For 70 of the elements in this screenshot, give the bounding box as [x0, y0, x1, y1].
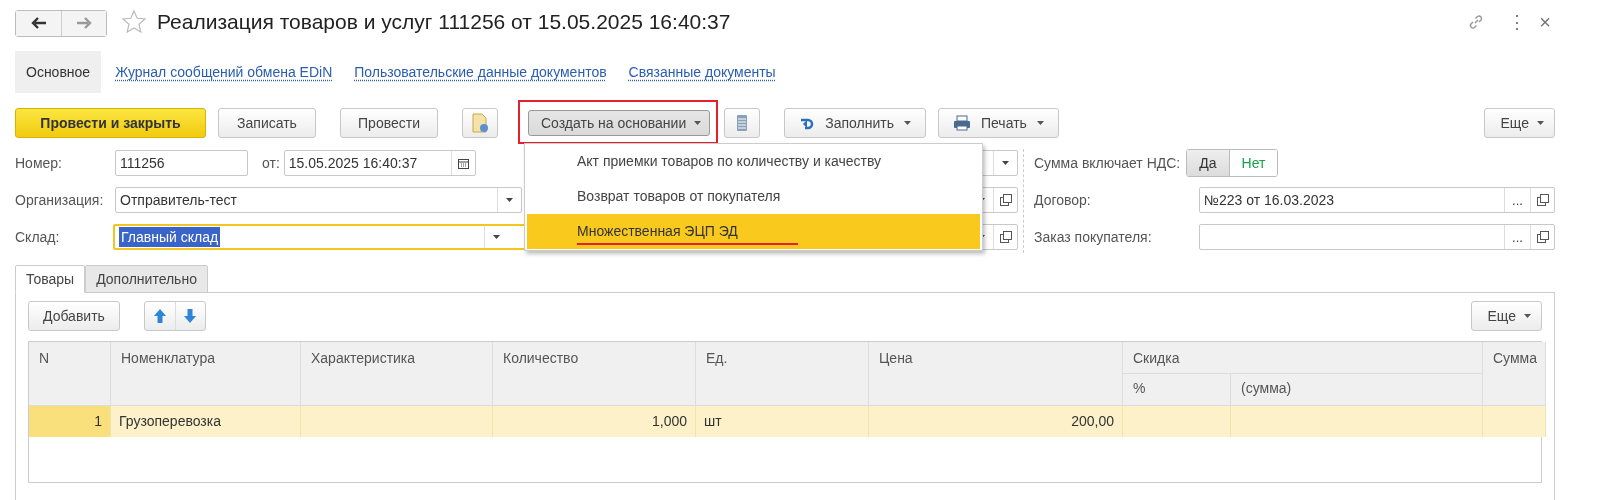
document-icon — [471, 113, 489, 133]
tab[interactable]: Дополнительно — [85, 265, 208, 293]
save-button[interactable]: Записать — [218, 108, 316, 138]
arrow-down-icon — [184, 309, 197, 323]
list-button[interactable] — [724, 108, 761, 138]
field-label: Склад: — [15, 229, 61, 245]
table-cell: 200,00 — [869, 406, 1123, 437]
table-cell — [1483, 406, 1546, 437]
section-link[interactable]: Связанные документы — [628, 52, 776, 92]
column-header[interactable]: Цена — [869, 342, 1123, 406]
more-button[interactable]: Еще — [1483, 108, 1555, 138]
organization-field[interactable]: Отправитель-тест — [115, 187, 522, 213]
add-button[interactable]: Добавить — [28, 301, 120, 331]
document-button[interactable] — [462, 108, 498, 138]
print-button[interactable]: Печать — [938, 108, 1059, 138]
table-cell: шт — [696, 406, 869, 437]
calendar-icon — [457, 157, 469, 169]
table-cell: Грузоперевозка — [111, 406, 301, 437]
back-button[interactable] — [16, 10, 61, 36]
field-label: Заказ покупателя: — [1034, 229, 1153, 245]
order-field[interactable]: ... — [1199, 224, 1555, 250]
column-header[interactable]: Номенклатура — [111, 342, 301, 406]
field-label: Договор: — [1034, 192, 1092, 208]
post-button[interactable]: Провести — [340, 108, 438, 138]
curved-arrow-icon — [799, 116, 816, 130]
printer-icon — [953, 115, 971, 131]
field-label: от: — [262, 155, 280, 171]
column-header[interactable]: Количество — [493, 342, 696, 406]
arrow-up-icon — [153, 309, 166, 323]
column-header[interactable]: Сумма — [1483, 342, 1546, 406]
open-window-icon — [1536, 194, 1549, 206]
post-and-close-button[interactable]: Провести и закрыть — [15, 108, 206, 138]
section-link[interactable]: Основное — [15, 51, 102, 93]
column-header[interactable]: (сумма) — [1231, 374, 1483, 406]
select-button[interactable]: ... — [1504, 225, 1530, 249]
number-field[interactable]: 111256 — [115, 150, 248, 176]
column-header[interactable]: Скидка — [1123, 342, 1483, 374]
field-label: Организация: — [15, 192, 105, 208]
contract-field[interactable]: №223 от 16.03.2023 ... — [1199, 187, 1555, 213]
field-label: Номер: — [15, 155, 63, 171]
date-field[interactable]: 15.05.2025 16:40:37 — [283, 150, 476, 176]
select-button[interactable]: ... — [1504, 188, 1530, 212]
create-based-on-button[interactable]: Создать на основании — [528, 110, 711, 136]
table-cell: 1,000 — [493, 406, 696, 437]
section-link[interactable]: Журнал сообщений обмена EDiN — [115, 52, 333, 92]
menu-item[interactable]: Множественная ЭЦП ЭД — [527, 214, 980, 249]
open-window-icon — [1536, 231, 1549, 243]
table-cell: 1 — [29, 406, 111, 437]
open-window-icon — [999, 194, 1012, 206]
fill-button[interactable]: Заполнить — [784, 108, 926, 138]
more-icon[interactable]: ⋮ — [1507, 12, 1527, 32]
arrow-right-icon — [76, 17, 92, 29]
star-icon[interactable] — [121, 9, 147, 35]
more-button[interactable]: Еще — [1470, 301, 1542, 331]
field-label: Сумма включает НДС: — [1034, 155, 1181, 171]
column-header[interactable]: % — [1123, 374, 1231, 406]
section-link[interactable]: Пользовательские данные документов — [354, 52, 607, 92]
open-window-icon — [999, 231, 1012, 243]
list-icon — [736, 114, 749, 132]
link-icon[interactable] — [1467, 13, 1485, 31]
close-icon[interactable]: × — [1535, 12, 1555, 32]
menu-item[interactable]: Акт приемки товаров по количеству и качеству — [527, 144, 980, 179]
column-header[interactable]: Ед. — [696, 342, 869, 406]
menu-item[interactable]: Возврат товаров от покупателя — [527, 179, 980, 214]
toggle-option[interactable]: Да — [1187, 150, 1230, 176]
column-header[interactable]: Характеристика — [301, 342, 493, 406]
tab[interactable]: Товары — [15, 265, 86, 293]
column-header[interactable]: N — [29, 342, 111, 406]
window-title: Реализация товаров и услуг 111256 от 15.05.2025 16:40:37 — [157, 10, 731, 34]
arrow-left-icon — [30, 17, 47, 29]
